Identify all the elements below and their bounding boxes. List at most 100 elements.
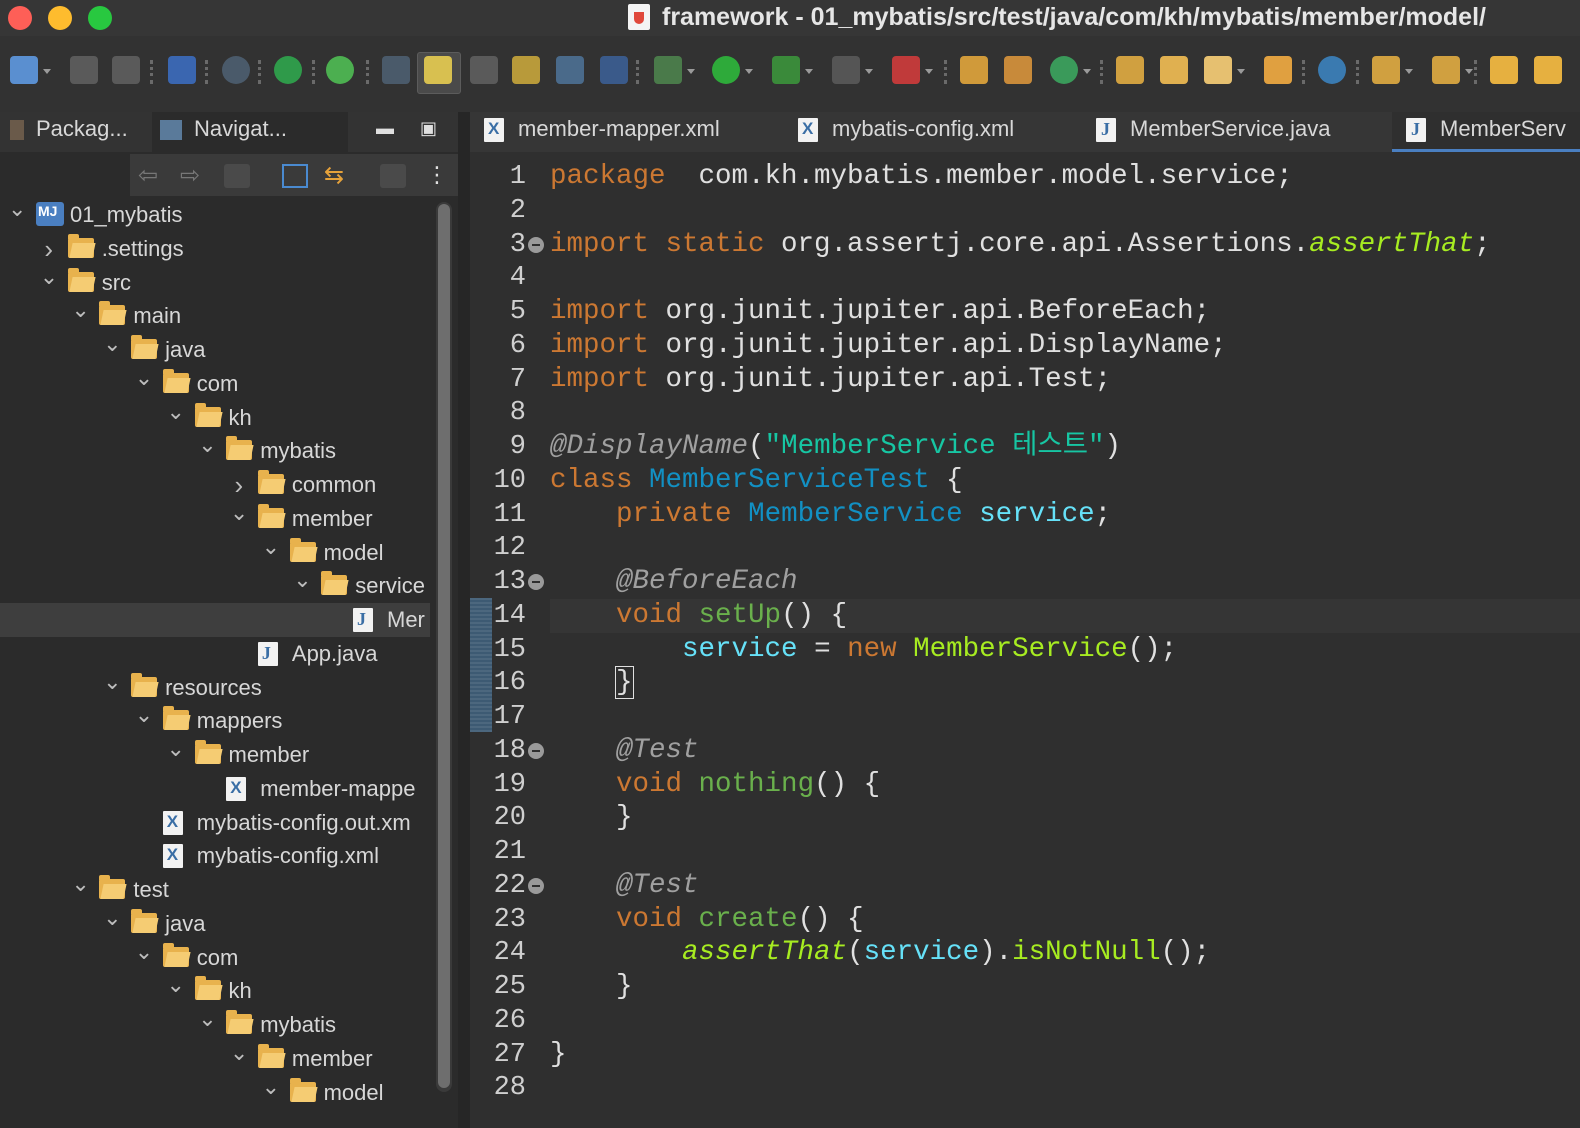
code-line[interactable] <box>550 396 1580 430</box>
new-wizard-icon[interactable] <box>10 56 51 84</box>
code-line[interactable]: } <box>550 801 1580 835</box>
code-line[interactable]: private MemberService service; <box>550 498 1580 532</box>
tree-item-mybatis-config-xml[interactable]: mybatis-config.xml <box>0 838 430 873</box>
new-package-icon[interactable] <box>1004 56 1032 84</box>
tree-item-test[interactable]: ⌄ test <box>0 873 430 907</box>
fold-toggle-icon[interactable] <box>528 236 544 253</box>
open-project-icon[interactable] <box>1116 56 1144 84</box>
chevron-down-icon[interactable]: ⌄ <box>167 974 185 1008</box>
code-line[interactable]: import org.junit.jupiter.api.DisplayName… <box>550 329 1580 363</box>
toggle-icon[interactable] <box>470 56 498 84</box>
fold-toggle-icon[interactable] <box>528 877 544 894</box>
code-line[interactable]: assertThat(service).isNotNull(); <box>550 936 1580 970</box>
skip-breakpoints-icon[interactable] <box>222 56 250 84</box>
code-line[interactable]: service = new MemberService(); <box>550 633 1580 667</box>
code-line[interactable]: import org.junit.jupiter.api.BeforeEach; <box>550 295 1580 329</box>
code-line[interactable] <box>550 531 1580 565</box>
chevron-down-icon[interactable]: ⌄ <box>230 501 248 536</box>
external-tools-icon[interactable] <box>892 56 933 84</box>
code-line[interactable]: @Test <box>550 734 1580 768</box>
new-java-project-icon[interactable] <box>960 56 988 84</box>
show-whitespace-icon[interactable] <box>600 56 628 84</box>
code-line[interactable] <box>550 1004 1580 1038</box>
tree-item-member[interactable]: ⌄ member <box>0 501 430 536</box>
update-notification-icon[interactable] <box>326 56 354 84</box>
code-line[interactable] <box>550 1071 1580 1105</box>
tree-item-mappers[interactable]: ⌄ mappers <box>0 704 430 738</box>
tree-item-resources[interactable]: ⌄ resources <box>0 670 430 705</box>
tree-item-mer[interactable]: Mer <box>0 602 430 637</box>
tree-item-member[interactable]: ⌄ member <box>0 738 430 772</box>
code-line[interactable]: package com.kh.mybatis.member.model.serv… <box>550 160 1580 194</box>
chevron-down-icon[interactable]: ⌄ <box>103 670 121 705</box>
view-menu-icon[interactable]: ⋮ <box>426 164 452 188</box>
back-arrow-icon[interactable] <box>1490 56 1518 84</box>
pencil-icon[interactable] <box>1204 56 1245 84</box>
run-icon[interactable] <box>712 56 753 84</box>
code-line[interactable]: } <box>550 1038 1580 1072</box>
power-icon[interactable] <box>274 56 302 84</box>
chevron-down-icon[interactable]: ⌄ <box>230 1041 248 1076</box>
chevron-down-icon[interactable]: ⌄ <box>103 333 121 367</box>
stop-icon[interactable] <box>832 56 873 84</box>
tree-item-com[interactable]: ⌄ com <box>0 366 430 401</box>
chevron-down-icon[interactable]: ⌄ <box>40 265 58 300</box>
code-line[interactable]: import org.junit.jupiter.api.Test; <box>550 363 1580 397</box>
chevron-down-icon[interactable]: ⌄ <box>167 400 185 435</box>
mark-occurrences-icon[interactable] <box>424 56 452 84</box>
chevron-down-icon[interactable]: ⌄ <box>293 569 311 603</box>
tree-item-mybatis-config-out-xm[interactable]: mybatis-config.out.xm <box>0 805 430 840</box>
chevron-down-icon[interactable]: ⌄ <box>198 1008 216 1042</box>
code-line[interactable]: import static org.assertj.core.api.Asser… <box>550 228 1580 262</box>
open-task-icon[interactable] <box>1264 56 1292 84</box>
tree-item-src[interactable]: ⌄ src <box>0 265 430 300</box>
tree-item-service[interactable]: ⌄ service <box>0 569 430 603</box>
tree-item-01-mybatis[interactable]: ⌄ 01_mybatis <box>0 198 430 232</box>
forward-icon[interactable]: ⇨ <box>180 164 206 188</box>
chevron-down-icon[interactable]: ⌄ <box>135 366 153 401</box>
fold-toggle-icon[interactable] <box>528 742 544 759</box>
tree-item-java[interactable]: ⌄ java <box>0 333 430 367</box>
code-line[interactable]: void setUp() { <box>550 598 1580 633</box>
tree-item-settings[interactable]: › .settings <box>0 232 430 266</box>
run-coverage-icon[interactable] <box>772 56 813 84</box>
chevron-right-icon[interactable]: › <box>230 468 248 502</box>
open-folder-icon[interactable] <box>1160 56 1188 84</box>
tab-package-explorer[interactable]: Packag... <box>0 112 150 152</box>
tree-item-common[interactable]: › common <box>0 468 430 502</box>
tree-item-mybatis[interactable]: ⌄ mybatis <box>0 1008 430 1042</box>
code-line[interactable]: @DisplayName("MemberService 테스트") <box>550 430 1580 464</box>
chevron-down-icon[interactable]: ⌄ <box>198 434 216 468</box>
window-maximize-button[interactable] <box>88 6 112 30</box>
next-annotation-icon[interactable] <box>1372 56 1413 84</box>
tree-item-model[interactable]: ⌄ model <box>0 535 430 570</box>
chevron-down-icon[interactable]: ⌄ <box>103 906 121 941</box>
word-wrap-icon[interactable] <box>556 56 584 84</box>
code-line[interactable] <box>550 194 1580 228</box>
save-all-icon[interactable] <box>112 56 140 84</box>
tree-item-member-mappe[interactable]: member-mappe <box>0 771 430 806</box>
chevron-down-icon[interactable]: ⌄ <box>167 738 185 772</box>
chevron-down-icon[interactable]: ⌄ <box>135 704 153 738</box>
previous-annotation-icon[interactable] <box>1432 56 1473 84</box>
tree-item-kh[interactable]: ⌄ kh <box>0 974 430 1008</box>
code-line[interactable] <box>550 261 1580 295</box>
fold-toggle-icon[interactable] <box>528 574 544 590</box>
chevron-down-icon[interactable]: ⌄ <box>8 198 26 232</box>
code-line[interactable]: @Test <box>550 869 1580 903</box>
save-icon[interactable] <box>70 56 98 84</box>
link-with-editor-icon[interactable]: ⇆ <box>324 164 350 188</box>
tab-navigator[interactable]: Navigat... ✕ <box>152 112 488 152</box>
tree-item-member[interactable]: ⌄ member <box>0 1041 430 1076</box>
chevron-down-icon[interactable]: ⌄ <box>71 299 89 333</box>
open-type-icon[interactable] <box>382 56 410 84</box>
chevron-down-icon[interactable]: ⌄ <box>135 940 153 975</box>
code-line[interactable]: void nothing() { <box>550 768 1580 802</box>
code-area[interactable]: package com.kh.mybatis.member.model.serv… <box>550 152 1580 1128</box>
minimize-view-icon[interactable]: ▬ <box>376 118 394 139</box>
editor-tab-mybatis-config[interactable]: mybatis-config.xml <box>798 112 1014 152</box>
chevron-right-icon[interactable]: › <box>40 232 58 266</box>
editor-tab-member-mapper[interactable]: member-mapper.xml <box>484 112 720 152</box>
navigator-scrollbar-thumb[interactable] <box>438 204 450 1088</box>
tree-item-kh[interactable]: ⌄ kh <box>0 400 430 435</box>
